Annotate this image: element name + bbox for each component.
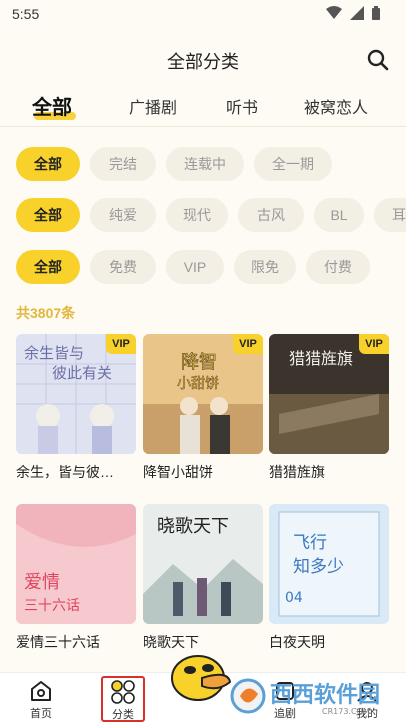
filter-chip[interactable]: 古风 [238, 198, 304, 232]
filter-chip[interactable]: 免费 [90, 250, 156, 284]
nav-category[interactable]: 分类 [101, 676, 145, 722]
nav-category-label: 分类 [112, 709, 134, 721]
signal-icon [350, 6, 364, 20]
search-button[interactable] [366, 48, 390, 72]
cover-image: 爱情 三十六话 [16, 504, 136, 624]
tab-bedtime-lover[interactable]: 被窝恋人 [304, 94, 368, 118]
filter-chip[interactable]: 现代 [166, 198, 228, 232]
wifi-icon [326, 6, 342, 19]
audio-card[interactable]: 降智 小甜饼 VIP 降智小甜饼 [143, 334, 263, 482]
svg-text:CR173.COM: CR173.COM [322, 707, 370, 716]
filter-chip[interactable]: 全部 [16, 147, 80, 181]
card-title: 猎猎旌旗 [269, 464, 325, 480]
audio-card[interactable]: 飞行 知多少 04 白夜天明 [269, 504, 389, 652]
filter-chip[interactable]: 完结 [90, 147, 156, 181]
vip-badge: VIP [106, 334, 136, 354]
svg-text:余生皆与: 余生皆与 [24, 344, 84, 362]
filter-chip[interactable]: 纯爱 [90, 198, 156, 232]
card-title: 白夜天明 [269, 634, 325, 650]
card-title: 降智小甜饼 [143, 464, 213, 480]
tab-all[interactable]: 全部 [32, 91, 72, 120]
filter-chip[interactable]: 全部 [16, 250, 80, 284]
page-title: 全部分类 [167, 52, 239, 72]
audio-card[interactable]: 爱情 三十六话 爱情三十六话 [16, 504, 136, 652]
svg-text:降智: 降智 [181, 352, 217, 373]
audio-card[interactable]: 余生皆与 彼此有关 VIP 余生，皆与彼… [16, 334, 136, 482]
status-icons [326, 6, 380, 20]
home-icon [31, 681, 51, 701]
filter-chip[interactable]: 连载中 [166, 147, 244, 181]
divider [0, 126, 406, 127]
vip-badge: VIP [359, 334, 389, 354]
nav-home-label: 首页 [30, 708, 52, 720]
cover-image: 晓歌天下 [143, 504, 263, 624]
cover-art: 晓歌天下 [143, 504, 263, 624]
header: 全部分类 [0, 40, 406, 80]
top-tabs: 全部 广播剧 听书 被窝恋人 [0, 94, 406, 126]
vip-badge: VIP [233, 334, 263, 354]
battery-icon [372, 6, 380, 20]
card-title: 余生，皆与彼… [16, 464, 114, 480]
filter-chip[interactable]: VIP [166, 250, 224, 284]
category-icon [111, 680, 135, 704]
audio-card[interactable]: 晓歌天下 晓歌天下 [143, 504, 263, 652]
svg-text:西西软件园: 西西软件园 [270, 682, 380, 708]
filter-chip[interactable]: 付费 [306, 250, 370, 284]
svg-text:晓歌天下: 晓歌天下 [157, 516, 229, 537]
cover-art: 飞行 知多少 04 [269, 504, 389, 624]
cover-art: 爱情 三十六话 [16, 504, 136, 624]
nav-home[interactable]: 首页 [16, 677, 66, 721]
filter-row-status: 全部 完结 连载中 全一期 [0, 147, 406, 181]
tab-radio-drama[interactable]: 广播剧 [129, 94, 177, 118]
svg-text:彼此有关: 彼此有关 [52, 364, 112, 382]
status-time: 5:55 [12, 6, 40, 22]
filter-chip[interactable]: 全部 [16, 198, 80, 232]
svg-text:猎猎旌旗: 猎猎旌旗 [289, 349, 353, 368]
filter-chip[interactable]: 耳 [374, 198, 406, 232]
audio-card[interactable]: 猎猎旌旗 VIP 猎猎旌旗 [269, 334, 389, 482]
duck-mascot-icon[interactable] [168, 640, 232, 702]
cover-image: 飞行 知多少 04 [269, 504, 389, 624]
tab-audiobook[interactable]: 听书 [226, 94, 258, 118]
filter-row-price: 全部 免费 VIP 限免 付费 [0, 250, 406, 284]
svg-text:小甜饼: 小甜饼 [177, 376, 219, 392]
svg-text:爱情: 爱情 [24, 572, 60, 593]
search-icon [367, 49, 389, 71]
filter-row-genre: 全部 纯爱 现代 古风 BL 耳 [0, 198, 406, 232]
filter-chip[interactable]: 全一期 [254, 147, 332, 181]
cover-image: 余生皆与 彼此有关 VIP [16, 334, 136, 454]
filter-chip[interactable]: BL [314, 198, 364, 232]
status-bar: 5:55 [0, 0, 406, 28]
svg-text:三十六话: 三十六话 [24, 598, 80, 614]
cover-image: 降智 小甜饼 VIP [143, 334, 263, 454]
svg-text:知多少: 知多少 [293, 557, 344, 577]
svg-text:04: 04 [285, 590, 303, 606]
watermark-logo: 西西软件园 CR173.COM [230, 678, 380, 716]
filter-chip[interactable]: 限免 [234, 250, 296, 284]
cover-image: 猎猎旌旗 VIP [269, 334, 389, 454]
result-count: 共3807条 [16, 305, 76, 321]
svg-text:飞行: 飞行 [293, 533, 327, 553]
card-title: 爱情三十六话 [16, 634, 100, 650]
